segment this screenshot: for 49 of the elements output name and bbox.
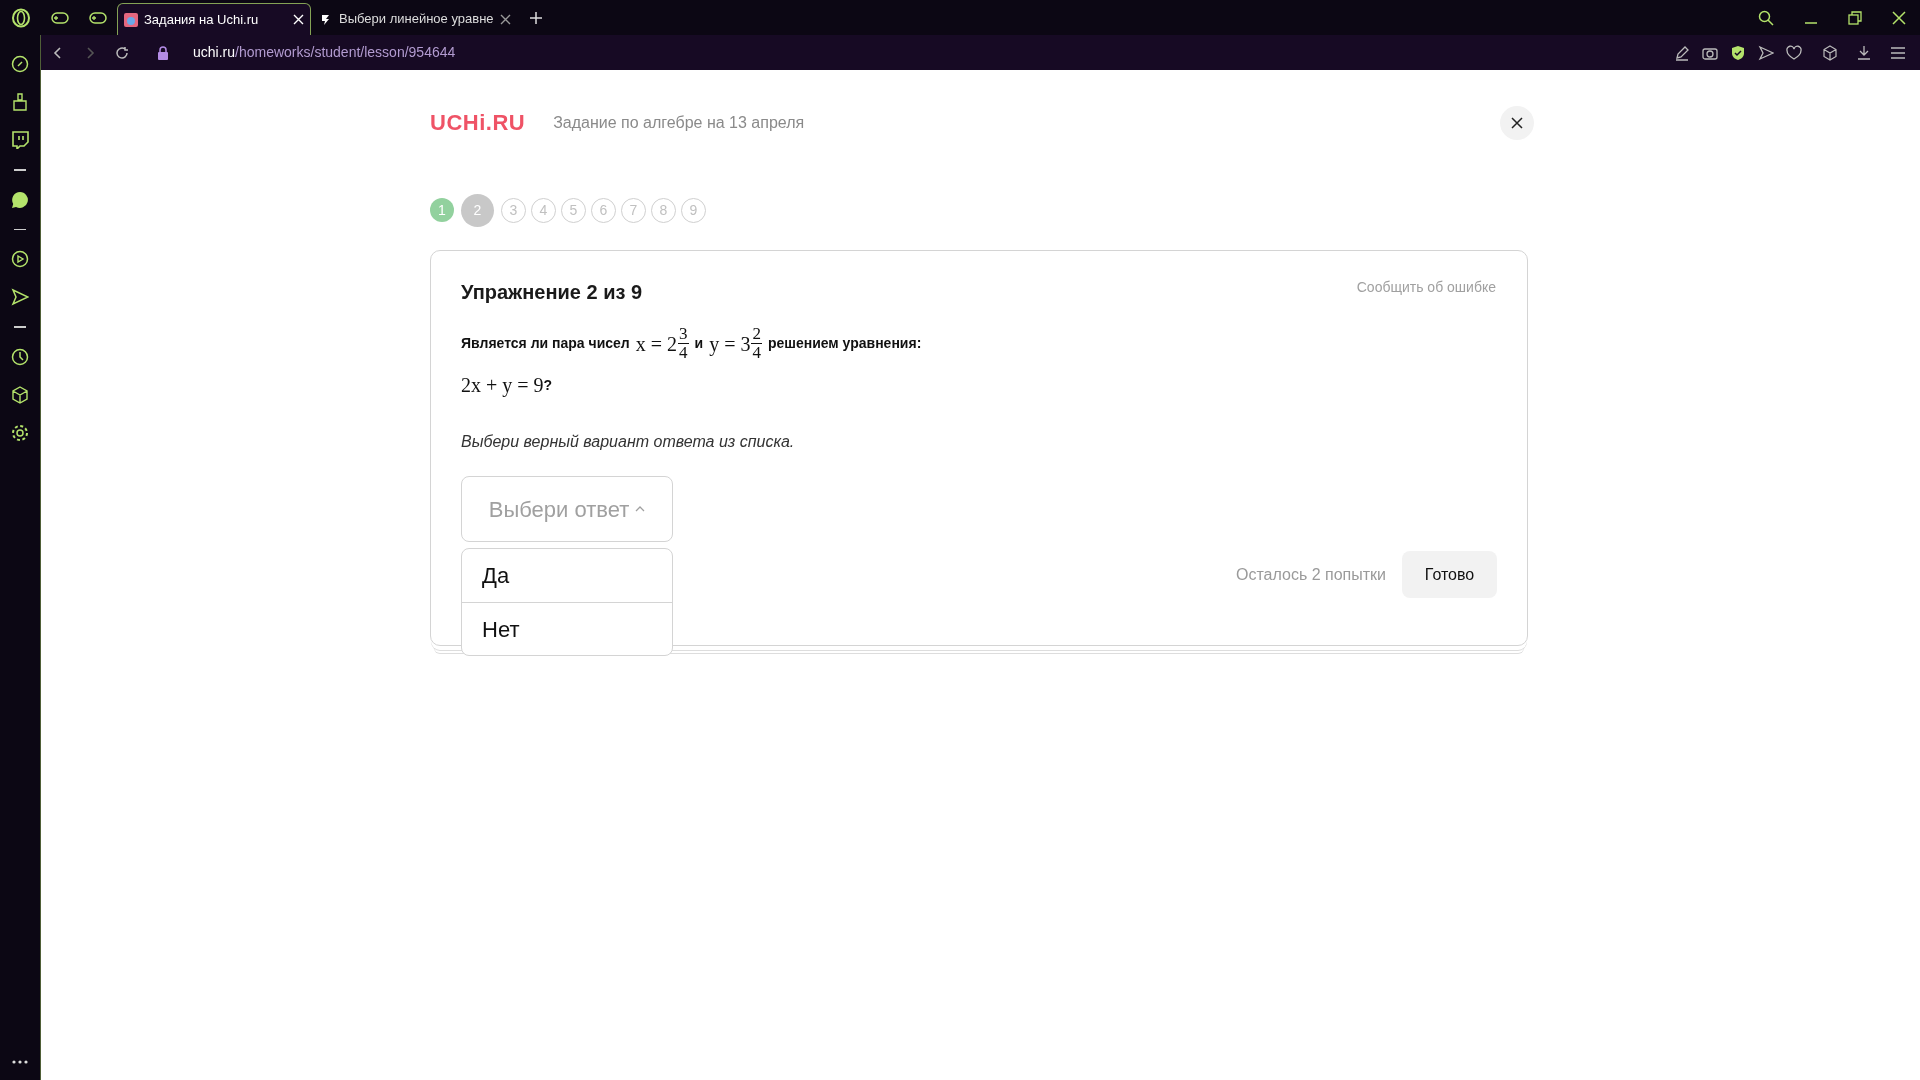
step-indicator[interactable]: 4 (531, 197, 556, 223)
download-icon[interactable] (1856, 44, 1872, 61)
settings-icon[interactable] (11, 423, 29, 442)
dropdown-option[interactable]: Да (462, 549, 672, 602)
lock-icon (157, 45, 169, 60)
step-indicator[interactable]: 7 (621, 197, 646, 223)
browser-tab[interactable]: Выбери линейное уравне (311, 3, 519, 35)
logo[interactable]: UCHi.RU (430, 106, 526, 139)
answer-dropdown[interactable]: Выбери ответ (461, 476, 673, 542)
close-icon[interactable] (499, 13, 511, 25)
dropdown-option[interactable]: Нет (462, 602, 672, 655)
exercise-title: Упражнение 2 из 9 (461, 280, 643, 305)
step-indicator[interactable]: 5 (561, 197, 586, 223)
equation-text: 2x + y = 9? (461, 373, 554, 399)
more-icon[interactable] (12, 1060, 28, 1064)
step-indicator[interactable]: 8 (651, 197, 676, 223)
done-button[interactable]: Готово (1402, 551, 1497, 598)
clock-icon[interactable] (11, 347, 29, 366)
address-field[interactable]: uchi.ru/homeworks/student/lesson/954644 (193, 42, 456, 63)
browser-logo-icon[interactable] (10, 7, 31, 28)
edit-icon[interactable] (1674, 44, 1690, 61)
close-icon (1511, 116, 1523, 129)
favicon-icon (124, 12, 138, 27)
chat-bubble-icon[interactable] (11, 190, 29, 209)
instruction-text: Выбери верный вариант ответа из списка. (461, 432, 796, 452)
search-icon[interactable] (1758, 9, 1774, 26)
shield-check-icon[interactable] (1730, 44, 1746, 61)
step-indicator[interactable]: 3 (501, 197, 526, 223)
new-tab-icon[interactable] (528, 10, 543, 25)
play-circle-icon[interactable] (11, 250, 29, 268)
heart-icon[interactable] (1786, 44, 1802, 61)
cube-icon[interactable] (1822, 44, 1838, 61)
step-indicator[interactable]: 9 (681, 197, 706, 223)
report-error-link[interactable]: Сообщить об ошибке (1356, 277, 1496, 298)
reload-icon[interactable] (115, 45, 129, 60)
menu-icon[interactable] (1890, 44, 1906, 61)
attempts-remaining: Осталось 2 попытки (1235, 564, 1386, 585)
restore-icon[interactable] (1848, 10, 1862, 25)
close-icon[interactable] (1892, 10, 1906, 25)
cube-icon[interactable] (11, 385, 29, 404)
browser-tab[interactable]: Задания на Uchi.ru (117, 3, 311, 35)
send-icon[interactable] (11, 288, 29, 306)
assignment-title: Задание по алгебре на 13 апреля (553, 112, 805, 133)
speedometer-icon[interactable] (11, 55, 29, 73)
twitch-icon[interactable] (11, 131, 29, 149)
step-indicator[interactable]: 1 (430, 198, 454, 222)
step-indicator[interactable]: 6 (591, 197, 616, 223)
send-icon[interactable] (1758, 44, 1774, 61)
close-button[interactable] (1500, 105, 1534, 140)
